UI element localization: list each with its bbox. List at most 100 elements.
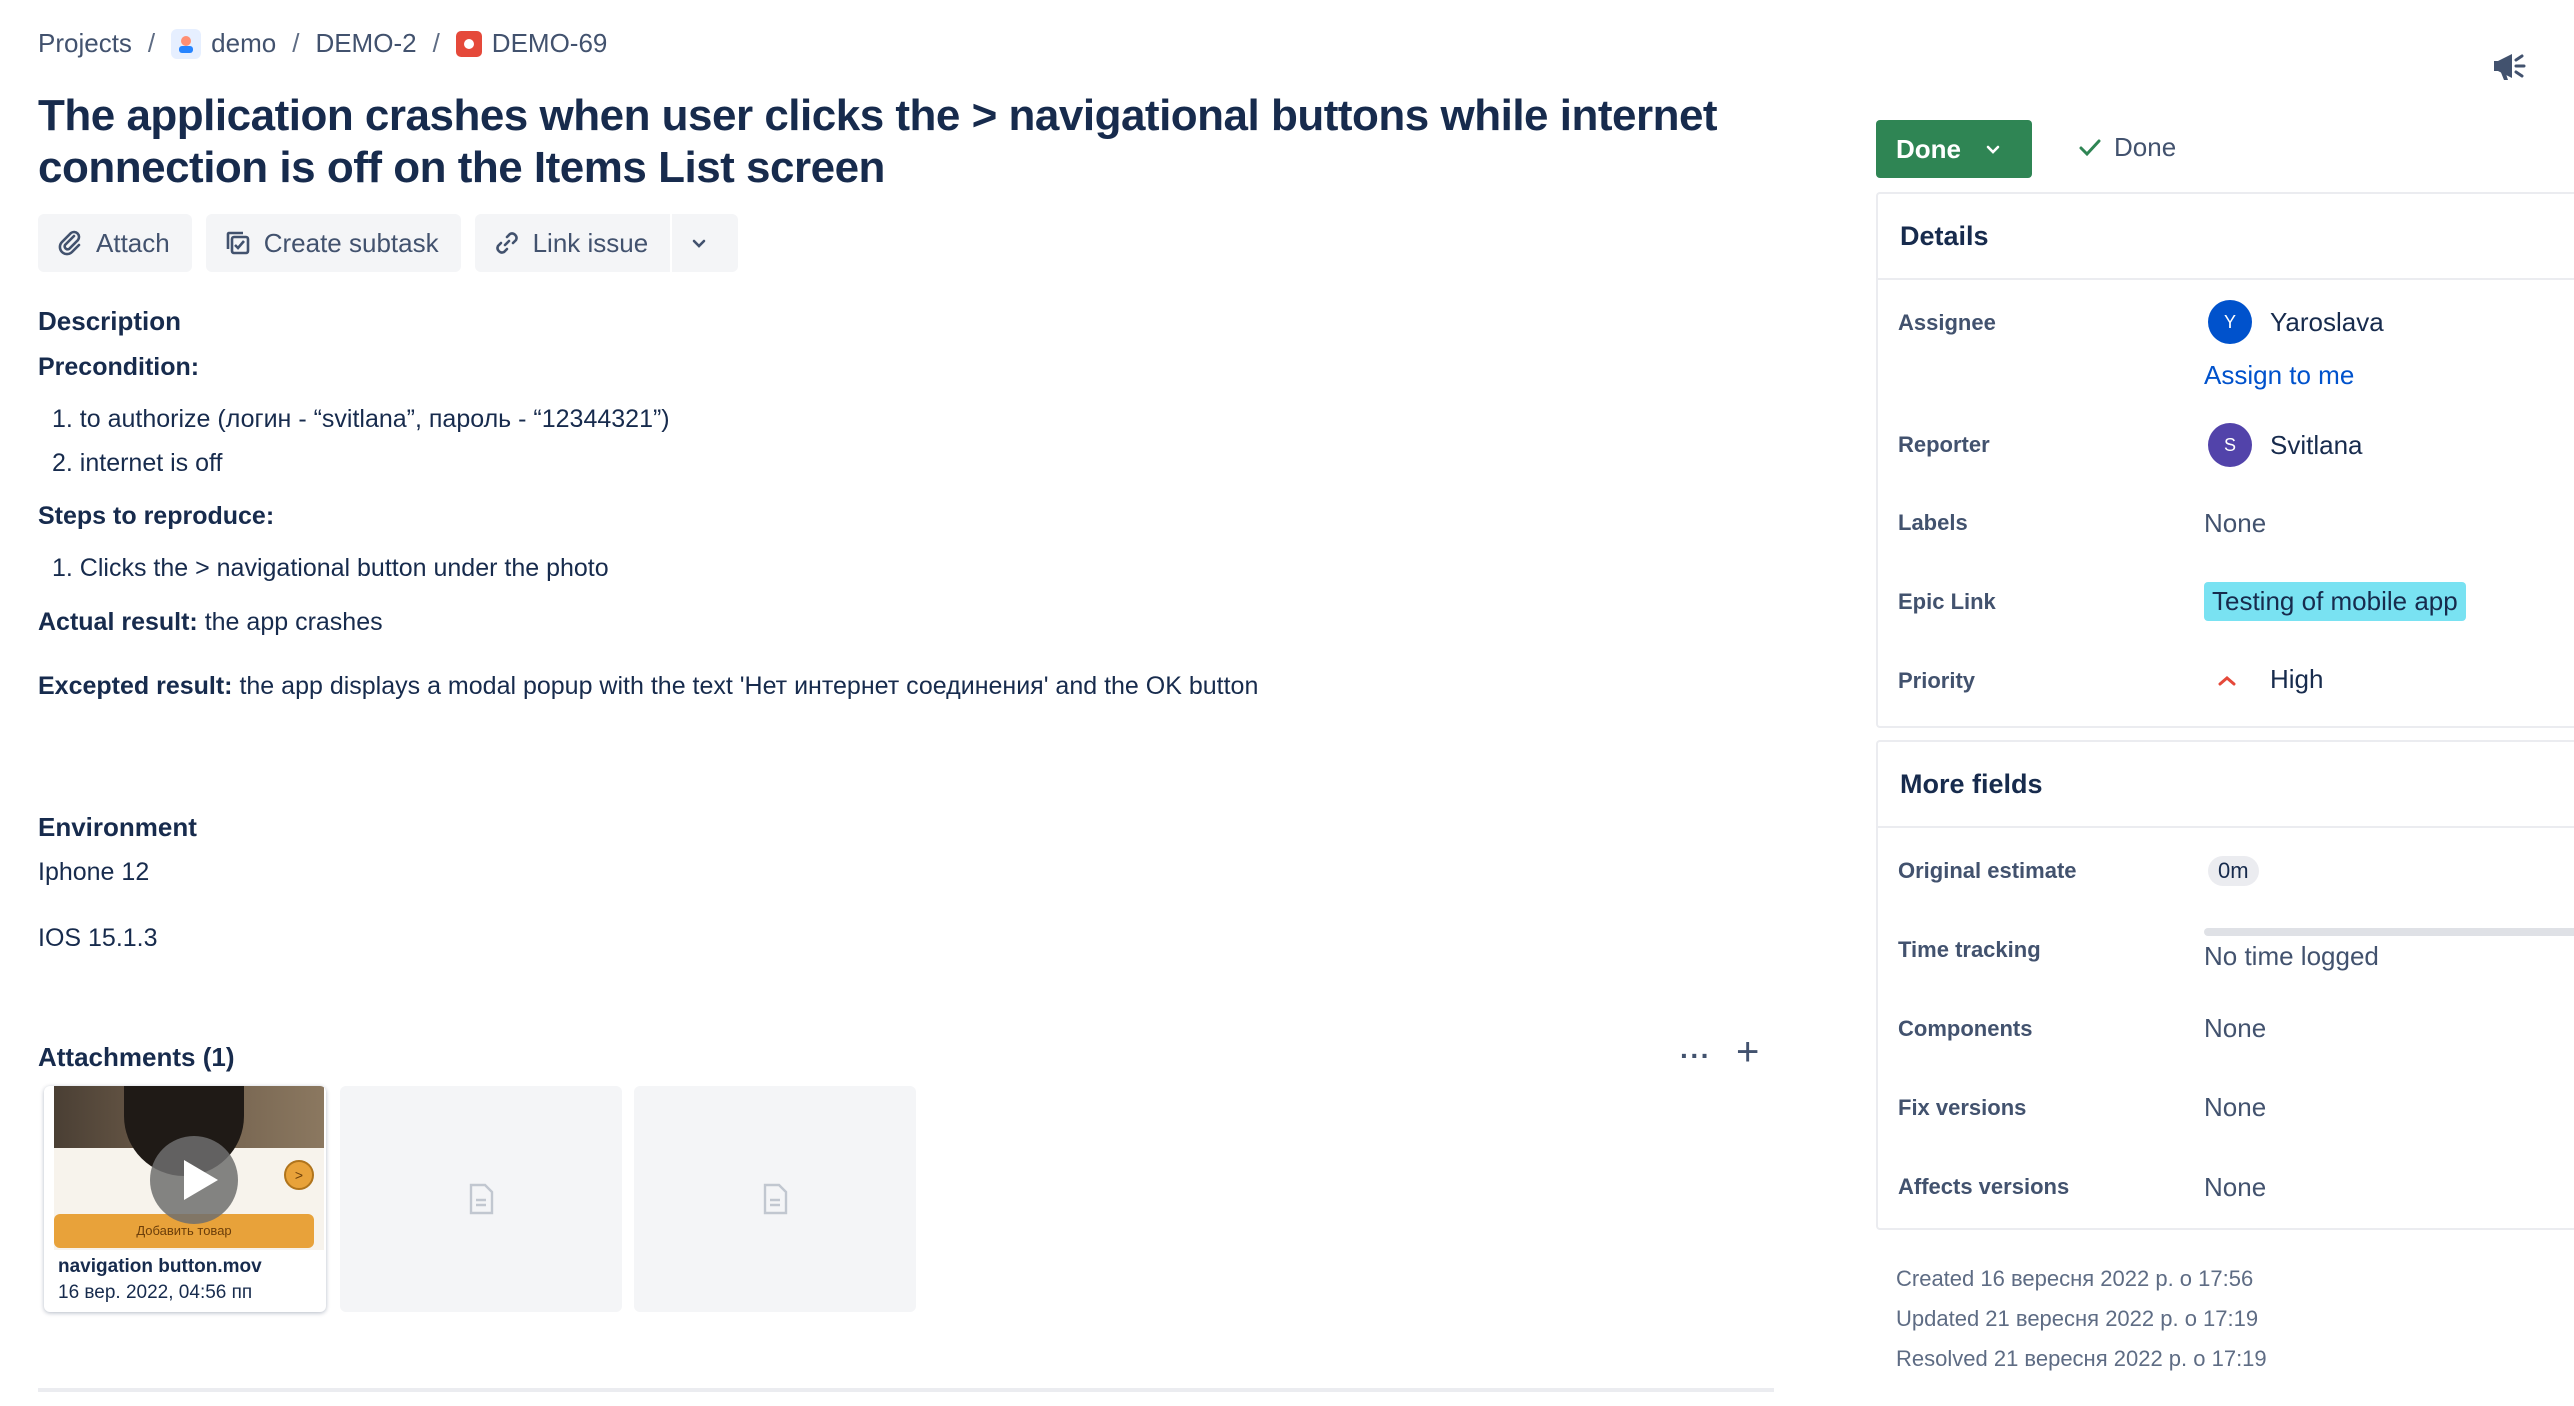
create-subtask-label: Create subtask bbox=[263, 227, 439, 258]
components-label: Components bbox=[1898, 1016, 2033, 1041]
affects-versions-label: Affects versions bbox=[1898, 1174, 2070, 1199]
subtask-icon bbox=[226, 231, 250, 255]
original-estimate-label: Original estimate bbox=[1898, 858, 2077, 883]
avatar: Y bbox=[2208, 300, 2252, 344]
time-tracking-label: Time tracking bbox=[1898, 937, 2041, 962]
play-icon bbox=[150, 1136, 238, 1224]
breadcrumb-project-label: demo bbox=[211, 28, 277, 58]
reporter-label: Reporter bbox=[1898, 432, 1990, 457]
file-icon bbox=[469, 1183, 494, 1215]
description-section[interactable]: Description Precondition: 1. to authoriz… bbox=[38, 306, 1778, 735]
attachment-name: navigation button.mov bbox=[58, 1256, 262, 1277]
feedback-megaphone-icon[interactable] bbox=[2490, 46, 2530, 86]
more-fields-heading[interactable]: More fields bbox=[1878, 742, 2574, 828]
bug-icon bbox=[455, 30, 482, 57]
divider bbox=[38, 1388, 1774, 1392]
issue-view: Projects / demo / DEMO-2 / DEMO-69 The a… bbox=[0, 0, 2574, 1406]
epic-link-field[interactable]: Testing of mobile app bbox=[2204, 582, 2466, 621]
attachments-heading: Attachments (1) bbox=[38, 1042, 235, 1072]
epic-lozenge: Testing of mobile app bbox=[2204, 582, 2466, 621]
original-estimate-value: 0m bbox=[2208, 856, 2259, 886]
labels-value[interactable]: None bbox=[2204, 508, 2266, 539]
link-issue-button[interactable]: Link issue bbox=[474, 214, 671, 272]
link-icon bbox=[495, 232, 518, 254]
chevron-down-icon bbox=[1986, 145, 2000, 154]
precondition-list: 1. to authorize (логин - “svitlana”, пар… bbox=[52, 404, 1778, 478]
breadcrumb-separator: / bbox=[147, 28, 156, 58]
paperclip-icon bbox=[58, 230, 81, 256]
breadcrumb-issue-label: DEMO-69 bbox=[491, 28, 608, 58]
breadcrumb-project[interactable]: demo bbox=[171, 28, 276, 59]
actual-result: Actual result: the app crashes bbox=[38, 607, 1778, 637]
create-subtask-button[interactable]: Create subtask bbox=[205, 214, 461, 272]
attachment-thumbnail: > Добавить товар bbox=[54, 1086, 324, 1250]
environment-device[interactable]: Iphone 12 bbox=[38, 858, 149, 887]
precondition-label: Precondition: bbox=[38, 353, 200, 381]
labels-label: Labels bbox=[1898, 510, 1968, 535]
epic-link-label: Epic Link bbox=[1898, 589, 1996, 614]
reporter-field[interactable]: S Svitlana bbox=[2204, 423, 2363, 467]
priority-value: High bbox=[2270, 664, 2324, 694]
expected-result-label: Excepted result: bbox=[38, 672, 233, 700]
fix-versions-label: Fix versions bbox=[1898, 1095, 2027, 1120]
breadcrumb-separator: / bbox=[432, 28, 440, 58]
actual-result-label: Actual result: bbox=[38, 608, 198, 636]
assignee-field[interactable]: Y Yaroslava bbox=[2204, 300, 2384, 344]
assignee-value: Yaroslava bbox=[2270, 306, 2384, 337]
avatar: S bbox=[2208, 423, 2252, 467]
attachment-video-card[interactable]: > Добавить товар navigation button.mov 1… bbox=[44, 1086, 326, 1312]
details-heading[interactable]: Details bbox=[1878, 194, 2574, 280]
breadcrumb-projects[interactable]: Projects bbox=[38, 28, 132, 59]
list-item: 1. Clicks the > navigational button unde… bbox=[52, 554, 609, 582]
check-icon bbox=[2079, 139, 2101, 156]
affects-versions-value[interactable]: None bbox=[2204, 1172, 2266, 1203]
issue-title[interactable]: The application crashes when user clicks… bbox=[38, 90, 1798, 194]
more-actions-button[interactable] bbox=[670, 214, 739, 272]
priority-high-icon bbox=[2218, 675, 2236, 685]
attachments-add-button[interactable]: + bbox=[1736, 1030, 1759, 1075]
more-fields-panel: More fields bbox=[1876, 740, 2574, 1230]
list-item: 1. to authorize (логин - “svitlana”, пар… bbox=[52, 405, 670, 433]
attachment-date: 16 вер. 2022, 04:56 пп bbox=[58, 1282, 253, 1303]
attachment-placeholder-card[interactable] bbox=[340, 1086, 622, 1312]
status-label: Done bbox=[1896, 133, 1961, 164]
expected-result-text: the app displays a modal popup with the … bbox=[232, 672, 1259, 700]
actual-result-text: the app crashes bbox=[197, 608, 383, 636]
list-item: 2. internet is off bbox=[52, 449, 223, 477]
priority-field[interactable]: High bbox=[2204, 664, 2323, 695]
attach-label: Attach bbox=[96, 227, 170, 258]
resolved-date: Resolved 21 вересня 2022 р. о 17:19 bbox=[1896, 1346, 2267, 1371]
assign-to-me-link[interactable]: Assign to me bbox=[2204, 360, 2354, 391]
environment-heading: Environment bbox=[38, 812, 197, 842]
original-estimate-field[interactable]: 0m bbox=[2204, 856, 2259, 886]
assignee-label: Assignee bbox=[1898, 310, 1996, 335]
breadcrumb-separator: / bbox=[292, 28, 300, 58]
fix-versions-value[interactable]: None bbox=[2204, 1092, 2266, 1123]
expected-result: Excepted result: the app displays a moda… bbox=[38, 671, 1778, 701]
resolution-label: Done bbox=[2114, 132, 2177, 162]
attachment-placeholder-card[interactable] bbox=[634, 1086, 916, 1312]
description-heading: Description bbox=[38, 306, 182, 336]
breadcrumb-epic[interactable]: DEMO-2 bbox=[315, 28, 416, 59]
thumbnail-arrow: > bbox=[284, 1160, 314, 1190]
updated-date: Updated 21 вересня 2022 р. о 17:19 bbox=[1896, 1306, 2259, 1331]
resolution: Done bbox=[2076, 132, 2176, 163]
components-value[interactable]: None bbox=[2204, 1013, 2266, 1044]
chevron-down-icon bbox=[692, 239, 706, 248]
time-tracking-bar[interactable] bbox=[2204, 928, 2574, 936]
steps-list: 1. Clicks the > navigational button unde… bbox=[52, 553, 1778, 583]
breadcrumb-issue[interactable]: DEMO-69 bbox=[455, 28, 608, 59]
issue-actions: Attach Create subtask Link issue bbox=[38, 214, 752, 272]
attach-button[interactable]: Attach bbox=[38, 214, 192, 272]
breadcrumb: Projects / demo / DEMO-2 / DEMO-69 bbox=[38, 28, 607, 59]
file-icon bbox=[763, 1183, 788, 1215]
created-date: Created 16 вересня 2022 р. о 17:56 bbox=[1896, 1266, 2254, 1291]
steps-label: Steps to reproduce: bbox=[38, 502, 275, 530]
project-avatar-icon bbox=[171, 28, 202, 59]
status-transition-button[interactable]: Done bbox=[1876, 120, 2032, 178]
environment-os[interactable]: IOS 15.1.3 bbox=[38, 924, 158, 953]
reporter-value: Svitlana bbox=[2270, 429, 2363, 460]
time-tracking-value: No time logged bbox=[2204, 941, 2379, 971]
link-issue-label: Link issue bbox=[532, 227, 649, 258]
attachments-more-button[interactable]: ··· bbox=[1680, 1040, 1711, 1072]
